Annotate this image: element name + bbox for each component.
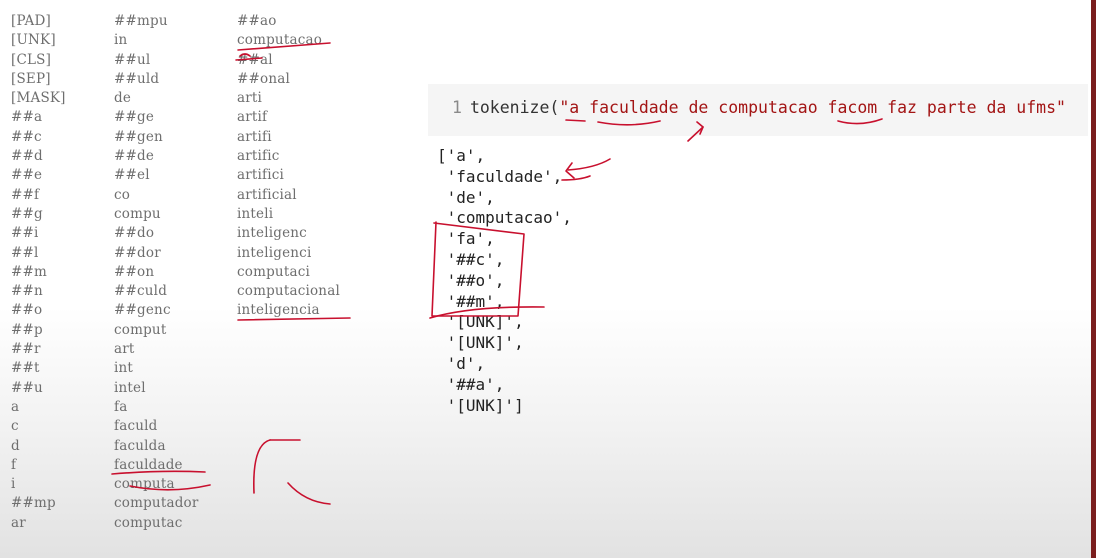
- vocab-token: computaci: [237, 263, 310, 280]
- vocab-token: c: [11, 418, 19, 435]
- vocab-token: computa: [114, 476, 175, 493]
- vocab-token: i: [11, 476, 16, 493]
- vocab-token: ##ul: [114, 51, 151, 68]
- vocab-token: ##c: [11, 128, 42, 145]
- vocab-column-3: ##ao computacao ##al ##onal arti artif artifi a…: [237, 12, 340, 321]
- vocab-token: f: [11, 456, 17, 473]
- output-line: '[UNK]',: [437, 333, 524, 353]
- vocab-token: ##on: [114, 263, 155, 280]
- output-line: '##o',: [437, 270, 505, 290]
- output-line: 'faculdade',: [437, 166, 563, 186]
- vocab-token: [PAD]: [11, 13, 51, 29]
- vocab-token: faculd: [114, 418, 158, 435]
- vocab-token: ##al: [237, 51, 273, 68]
- vocab-token: ##i: [11, 225, 39, 242]
- vocab-token: ##mpu: [114, 13, 168, 29]
- vocab-token: ##dor: [114, 244, 161, 261]
- vocab-token: fa: [114, 398, 128, 415]
- vocab-token: in: [114, 32, 128, 49]
- vocab-token: a: [11, 398, 20, 415]
- vocab-token: d: [11, 437, 20, 454]
- arrow-faculdade: [567, 158, 611, 171]
- output-line: '[UNK]']: [437, 395, 524, 415]
- vocab-token: ##r: [11, 341, 41, 358]
- output-line: 'd',: [437, 353, 486, 373]
- vocab-token: art: [114, 341, 135, 358]
- vocab-token: computador: [114, 495, 199, 512]
- vocab-token: int: [114, 360, 134, 377]
- vocab-token: [UNK]: [11, 32, 56, 49]
- vocab-token: artif: [237, 109, 268, 126]
- output-line: 'fa',: [437, 229, 495, 249]
- vocab-token: ##g: [11, 205, 43, 222]
- output-line: '##c',: [437, 249, 505, 269]
- vocab-token: de: [114, 90, 132, 107]
- window-edge: [1091, 0, 1096, 558]
- vocab-token: inteligenc: [237, 225, 307, 242]
- vocab-token: ##mp: [11, 495, 56, 512]
- vocab-token: ##culd: [114, 283, 168, 300]
- code-cell[interactable]: 1 tokenize("a faculdade de computacao fac…: [428, 84, 1088, 136]
- vocab-token: computac: [114, 514, 183, 531]
- vocab-token: artific: [237, 148, 280, 165]
- vocab-token: ##ge: [114, 109, 155, 126]
- output-line: '##m',: [437, 291, 505, 311]
- line-number: 1: [452, 98, 462, 117]
- vocab-token: ##m: [11, 263, 48, 280]
- vocab-token: faculdade: [114, 456, 183, 473]
- vocab-token: inteligenci: [237, 244, 312, 261]
- vocab-column-2: ##mpu in ##ul ##uld de ##ge ##gen ##de ##el co com…: [114, 12, 199, 533]
- vocab-token: ##el: [114, 167, 150, 184]
- vocab-token: ##gen: [114, 128, 163, 145]
- function-call: tokenize(: [469, 98, 560, 117]
- vocab-token: computacional: [237, 283, 340, 300]
- vocab-token: compu: [114, 205, 161, 222]
- arrow-bottom: [287, 482, 331, 505]
- vocab-token: co: [114, 186, 131, 203]
- output-line: '[UNK]',: [437, 312, 524, 332]
- vocab-token: ##ao: [237, 13, 277, 29]
- vocab-token: [CLS]: [11, 51, 52, 68]
- vocab-token: inteligencia: [237, 302, 320, 319]
- string-argument: "a faculdade de computacao facom faz par…: [559, 98, 1066, 117]
- output-line: 'computacao',: [437, 208, 572, 228]
- vocab-token: artificial: [237, 186, 297, 203]
- output-line: 'de',: [437, 187, 495, 207]
- vocab-token: [SEP]: [11, 70, 51, 87]
- vocab-token: ##e: [11, 167, 43, 184]
- vocab-column-1: [PAD] [UNK] [CLS] [SEP] [MASK] ##a ##c ##d ##e ##…: [11, 12, 66, 533]
- vocab-token: ##onal: [237, 70, 291, 87]
- vocab-token: ##t: [11, 360, 40, 377]
- vocab-token: comput: [114, 321, 167, 338]
- output-line: '##a',: [437, 374, 505, 394]
- vocab-token: ##de: [114, 148, 155, 165]
- vocab-token: ##uld: [114, 70, 160, 87]
- cell-output: ['a', 'faculdade', 'de', 'computacao', '…: [437, 146, 572, 416]
- vocab-token: ##u: [11, 379, 43, 396]
- vocab-token: ##n: [11, 283, 43, 300]
- vocab-token: intel: [114, 379, 146, 396]
- vocab-token: arti: [237, 90, 263, 107]
- vocab-token: ar: [11, 514, 26, 531]
- bracket-left: [253, 439, 271, 494]
- vocab-token: computacao: [237, 32, 323, 49]
- vocab-token: ##f: [11, 186, 40, 203]
- vocab-token: faculda: [114, 437, 166, 454]
- vocab-token: artifi: [237, 128, 272, 145]
- output-line: ['a',: [437, 146, 486, 165]
- vocab-token: ##d: [11, 148, 43, 165]
- vocab-token: [MASK]: [11, 90, 66, 107]
- vocab-token: inteli: [237, 205, 274, 222]
- vocab-token: ##a: [11, 109, 43, 126]
- code-line[interactable]: 1 tokenize("a faculdade de computacao fac…: [452, 98, 1066, 117]
- vocab-token: artifici: [237, 167, 285, 184]
- vocab-token: ##o: [11, 302, 43, 319]
- vocab-token: ##p: [11, 321, 43, 338]
- vocab-token: ##genc: [114, 302, 171, 319]
- vocab-token: ##do: [114, 225, 155, 242]
- vocab-token: ##l: [11, 244, 39, 261]
